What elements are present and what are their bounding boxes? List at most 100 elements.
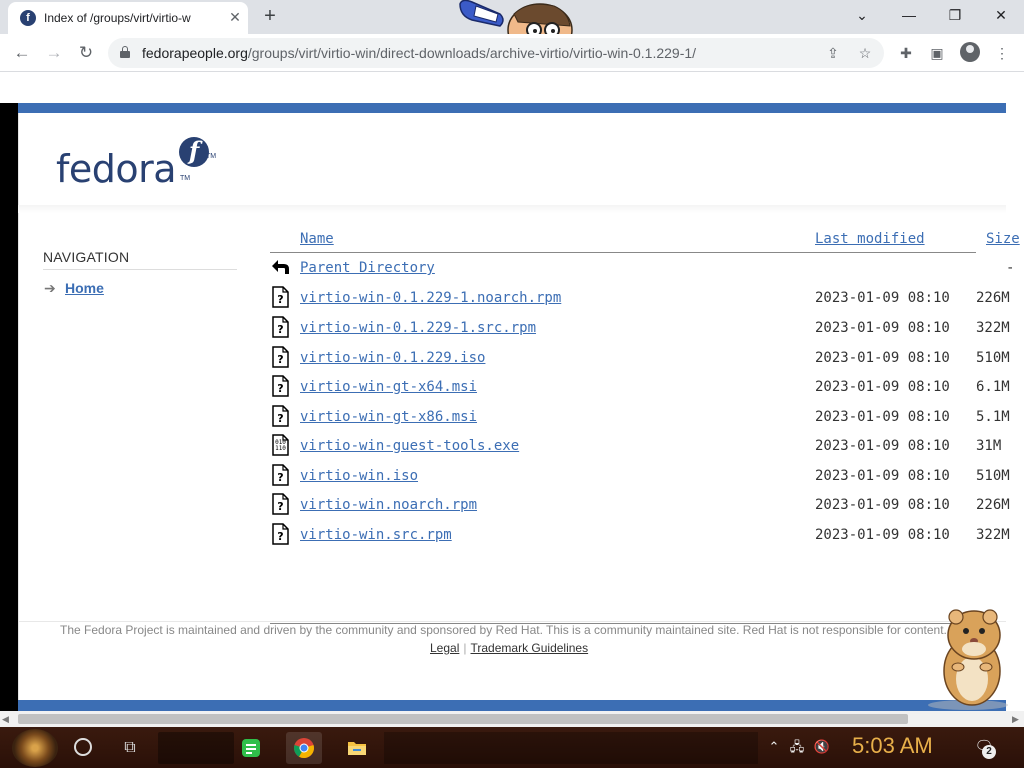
file-row: ? virtio-win.src.rpm 2023-01-09 08:10 322M: [270, 523, 1024, 551]
file-link[interactable]: virtio-win.noarch.rpm: [300, 497, 477, 513]
file-modified: 2023-01-09 08:10: [815, 290, 950, 306]
chrome-icon: [294, 738, 314, 759]
unknown-file-icon: ?: [272, 316, 289, 338]
file-row: ? virtio-win.noarch.rpm 2023-01-09 08:10 22…: [270, 493, 1024, 521]
footer-blue-band: [18, 700, 1006, 711]
svg-text:?: ?: [277, 530, 283, 543]
profile-avatar-icon[interactable]: [960, 42, 980, 62]
binary-file-icon: 010110: [272, 434, 289, 456]
home-link[interactable]: Home: [65, 280, 104, 296]
svg-text:?: ?: [277, 471, 283, 484]
file-size: 322M: [976, 527, 1010, 543]
navigation-heading: NAVIGATION: [43, 249, 130, 265]
notes-app-button[interactable]: [233, 732, 269, 764]
horizontal-scrollbar[interactable]: ◀ ▶: [0, 711, 1024, 727]
file-size: 6.1M: [976, 379, 1010, 395]
svg-text:?: ?: [277, 353, 283, 366]
unknown-file-icon: ?: [272, 405, 289, 427]
chrome-app-button[interactable]: [286, 732, 322, 764]
file-explorer-app-button[interactable]: [339, 732, 375, 764]
column-header-name[interactable]: Name: [300, 231, 334, 247]
fedora-logo[interactable]: fedora f TM TM: [56, 137, 226, 193]
taskbar-empty-area: [384, 732, 758, 764]
column-header-last-modified[interactable]: Last modified: [815, 231, 925, 247]
trademark-guidelines-link[interactable]: Trademark Guidelines: [471, 641, 589, 655]
close-window-button[interactable]: ✕: [987, 4, 1015, 26]
file-modified: 2023-01-09 08:10: [815, 527, 950, 543]
share-icon[interactable]: ⇪: [822, 42, 844, 64]
task-view-icon[interactable]: ⧉: [118, 737, 142, 759]
footer-separator: |: [463, 641, 467, 655]
tab-title: Index of /groups/virt/virtio-w: [44, 11, 191, 25]
taskbar-app-slot[interactable]: [158, 732, 234, 764]
fedora-wordmark: fedora: [56, 147, 177, 191]
svg-text:?: ?: [277, 382, 283, 395]
network-icon[interactable]: 🖧: [787, 738, 807, 756]
file-size: 322M: [976, 320, 1010, 336]
lock-icon[interactable]: [120, 46, 130, 58]
back-arrow-icon[interactable]: ←: [9, 40, 35, 66]
volume-muted-icon[interactable]: 🔇: [812, 738, 832, 756]
file-size: 5.1M: [976, 409, 1010, 425]
notes-app-icon: [242, 739, 260, 757]
unknown-file-icon: ?: [272, 464, 289, 486]
header-blue-band: [18, 103, 1006, 113]
fedora-infinity-icon: f: [179, 137, 209, 167]
svg-text:?: ?: [277, 500, 283, 513]
forward-arrow-icon[interactable]: →: [41, 40, 67, 66]
logo-trademark-small: TM: [180, 175, 191, 182]
svg-text:?: ?: [277, 323, 283, 336]
footer-text: The Fedora Project is maintained and dri…: [60, 623, 947, 637]
show-hidden-icons-icon[interactable]: ⌃: [764, 738, 784, 756]
restore-button[interactable]: ❐: [941, 4, 969, 26]
new-tab-button[interactable]: +: [258, 5, 282, 29]
search-icon[interactable]: [74, 738, 92, 756]
clock[interactable]: 5:03 AM: [852, 733, 933, 759]
file-link[interactable]: virtio-win-0.1.229.iso: [300, 350, 485, 366]
side-panel-icon[interactable]: ▣: [926, 42, 948, 64]
start-button[interactable]: [12, 729, 58, 767]
footer-links: Legal | Trademark Guidelines: [430, 641, 588, 655]
file-link[interactable]: virtio-win-0.1.229-1.src.rpm: [300, 320, 536, 336]
parent-directory-row: Parent Directory -: [270, 256, 1024, 284]
scroll-left-arrow-icon[interactable]: ◀: [2, 714, 9, 725]
kebab-menu-icon[interactable]: ⋮: [991, 42, 1013, 64]
file-link[interactable]: virtio-win-0.1.229-1.noarch.rpm: [300, 290, 561, 306]
unknown-file-icon: ?: [272, 346, 289, 368]
file-link[interactable]: virtio-win-gt-x64.msi: [300, 379, 477, 395]
tab-search-chevron-icon[interactable]: ⌄: [848, 4, 876, 26]
browser-tab[interactable]: f Index of /groups/virt/virtio-w ✕: [8, 2, 248, 34]
file-size: 226M: [976, 497, 1010, 513]
file-link[interactable]: virtio-win-gt-x86.msi: [300, 409, 477, 425]
unknown-file-icon: ?: [272, 375, 289, 397]
file-size: 226M: [976, 290, 1010, 306]
file-modified: 2023-01-09 08:10: [815, 320, 950, 336]
minimize-button[interactable]: —: [895, 4, 923, 26]
file-modified: 2023-01-09 08:10: [815, 409, 950, 425]
unknown-file-icon: ?: [272, 286, 289, 308]
back-folder-icon: [272, 260, 289, 274]
parent-directory-link[interactable]: Parent Directory: [300, 260, 435, 276]
url-text[interactable]: fedorapeople.org/groups/virt/virtio-win/…: [142, 45, 696, 61]
browser-toolbar: ← → ↻ fedorapeople.org/groups/virt/virti…: [0, 34, 1024, 72]
legal-link[interactable]: Legal: [430, 641, 459, 655]
parent-size: -: [1006, 260, 1015, 276]
file-modified: 2023-01-09 08:10: [815, 438, 950, 454]
tab-close-icon[interactable]: ✕: [226, 8, 244, 26]
file-modified: 2023-01-09 08:10: [815, 468, 950, 484]
arrow-right-icon: ➔: [44, 280, 56, 296]
address-bar[interactable]: fedorapeople.org/groups/virt/virtio-win/…: [108, 38, 884, 68]
scroll-right-arrow-icon[interactable]: ▶: [1012, 714, 1019, 725]
file-link[interactable]: virtio-win-guest-tools.exe: [300, 438, 519, 454]
scrollbar-thumb[interactable]: [18, 714, 908, 724]
reload-icon[interactable]: ↻: [73, 40, 99, 66]
header-divider: [18, 205, 1006, 213]
hamster-desktop-pet: [928, 609, 1008, 710]
extensions-puzzle-icon[interactable]: ✚: [895, 42, 917, 64]
file-link[interactable]: virtio-win.iso: [300, 468, 418, 484]
column-header-size[interactable]: Size: [986, 231, 1020, 247]
file-link[interactable]: virtio-win.src.rpm: [300, 527, 452, 543]
notification-badge: 2: [982, 745, 996, 759]
bookmark-star-icon[interactable]: ☆: [854, 42, 876, 64]
page-left-edge: [0, 103, 18, 711]
